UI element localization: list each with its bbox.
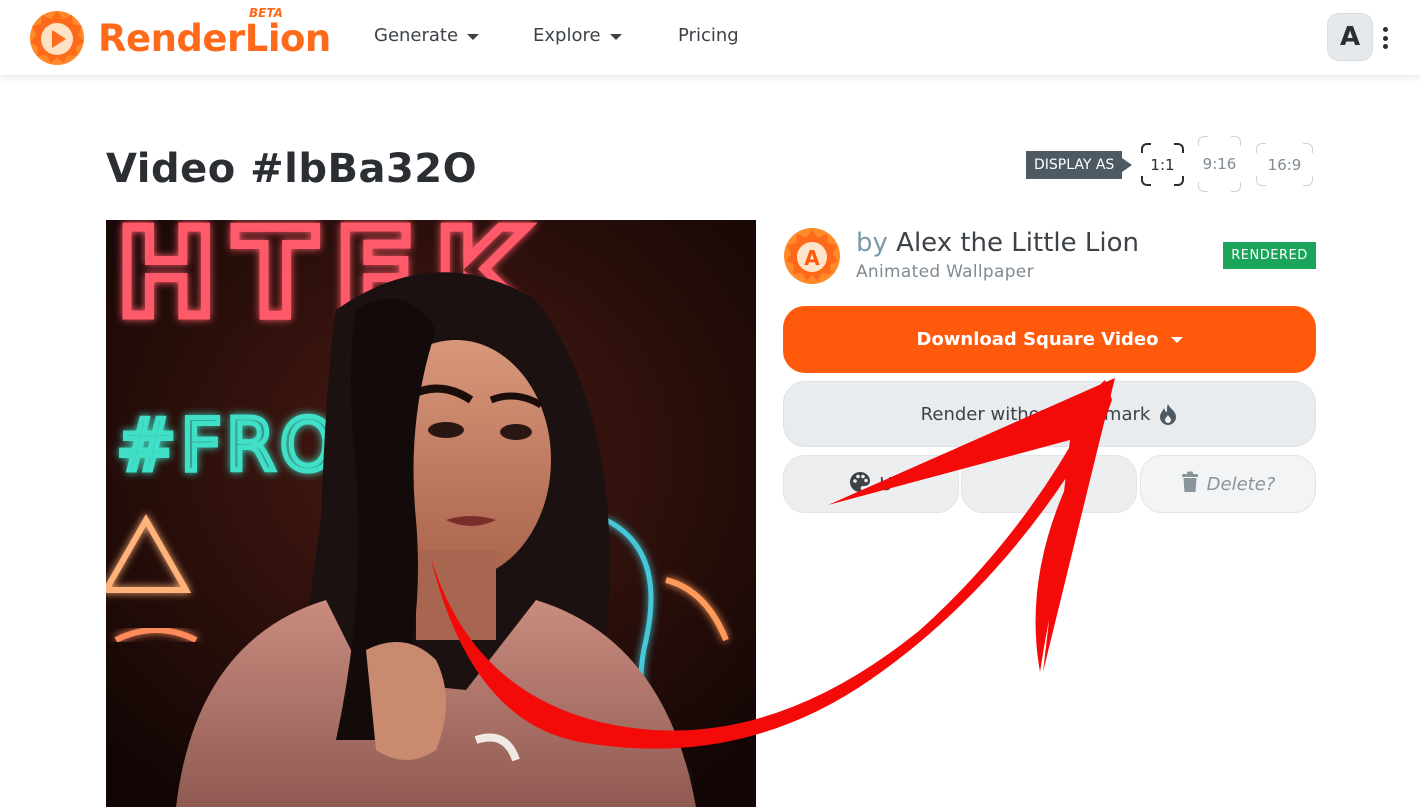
- edit-button[interactable]: it: [961, 455, 1137, 513]
- ratio-1-1-button[interactable]: 1:1: [1141, 143, 1184, 186]
- ratio-1-1-label: 1:1: [1150, 155, 1175, 174]
- chevron-down-icon: [467, 33, 480, 40]
- nav-explore[interactable]: Explore: [533, 25, 622, 46]
- author-subtitle: Animated Wallpaper: [856, 262, 1034, 282]
- ratio-9-16-button[interactable]: 9:16: [1198, 136, 1241, 192]
- edit-button-label: it: [1072, 473, 1086, 495]
- author-prefix: by: [856, 228, 888, 258]
- render-button-label: Render without mark: [920, 403, 1151, 425]
- top-navbar: RenderLion BETA Generate Explore Pricing…: [0, 0, 1420, 75]
- avatar-initial: A: [1339, 22, 1361, 52]
- chevron-down-icon: [609, 33, 622, 40]
- ratio-16-9-button[interactable]: 16:9: [1256, 143, 1313, 186]
- lion-logo-icon: [28, 9, 86, 67]
- beta-badge: BETA: [249, 6, 283, 20]
- brand-name: RenderLion: [98, 16, 331, 60]
- nav-pricing[interactable]: Pricing: [678, 25, 739, 46]
- render-without-watermark-button[interactable]: Render without mark: [783, 381, 1316, 447]
- customize-button-label: U: [879, 473, 893, 495]
- more-vertical-icon[interactable]: [1378, 24, 1392, 52]
- flame-icon: [1158, 403, 1178, 425]
- nav-generate-label: Generate: [374, 25, 459, 46]
- user-avatar[interactable]: A: [1327, 13, 1373, 61]
- display-as-label: DISPLAY AS: [1026, 151, 1133, 179]
- author-byline: by Alex the Little Lion: [856, 228, 1139, 258]
- author-avatar-initial: A: [804, 246, 820, 270]
- delete-button[interactable]: Delete?: [1140, 455, 1316, 513]
- palette-icon: [849, 471, 871, 498]
- video-preview[interactable]: HTEK #FRO WOR: [106, 220, 756, 807]
- nav-pricing-label: Pricing: [678, 25, 739, 46]
- customize-button[interactable]: U: [783, 455, 959, 513]
- status-badge: RENDERED: [1223, 242, 1316, 269]
- page-title: Video #lbBa32O: [106, 146, 478, 192]
- download-button-label: Download Square Video: [916, 329, 1159, 350]
- nav-explore-label: Explore: [533, 25, 601, 46]
- nav-generate[interactable]: Generate: [374, 25, 480, 46]
- ratio-16-9-label: 16:9: [1267, 155, 1302, 174]
- download-square-video-button[interactable]: Download Square Video: [783, 306, 1316, 373]
- ratio-9-16-label: 9:16: [1202, 155, 1237, 173]
- author-name[interactable]: Alex the Little Lion: [896, 228, 1139, 258]
- trash-icon: [1181, 471, 1199, 498]
- chevron-down-icon: [1170, 336, 1183, 343]
- delete-button-label: Delete?: [1206, 473, 1276, 495]
- author-avatar[interactable]: A: [783, 227, 841, 285]
